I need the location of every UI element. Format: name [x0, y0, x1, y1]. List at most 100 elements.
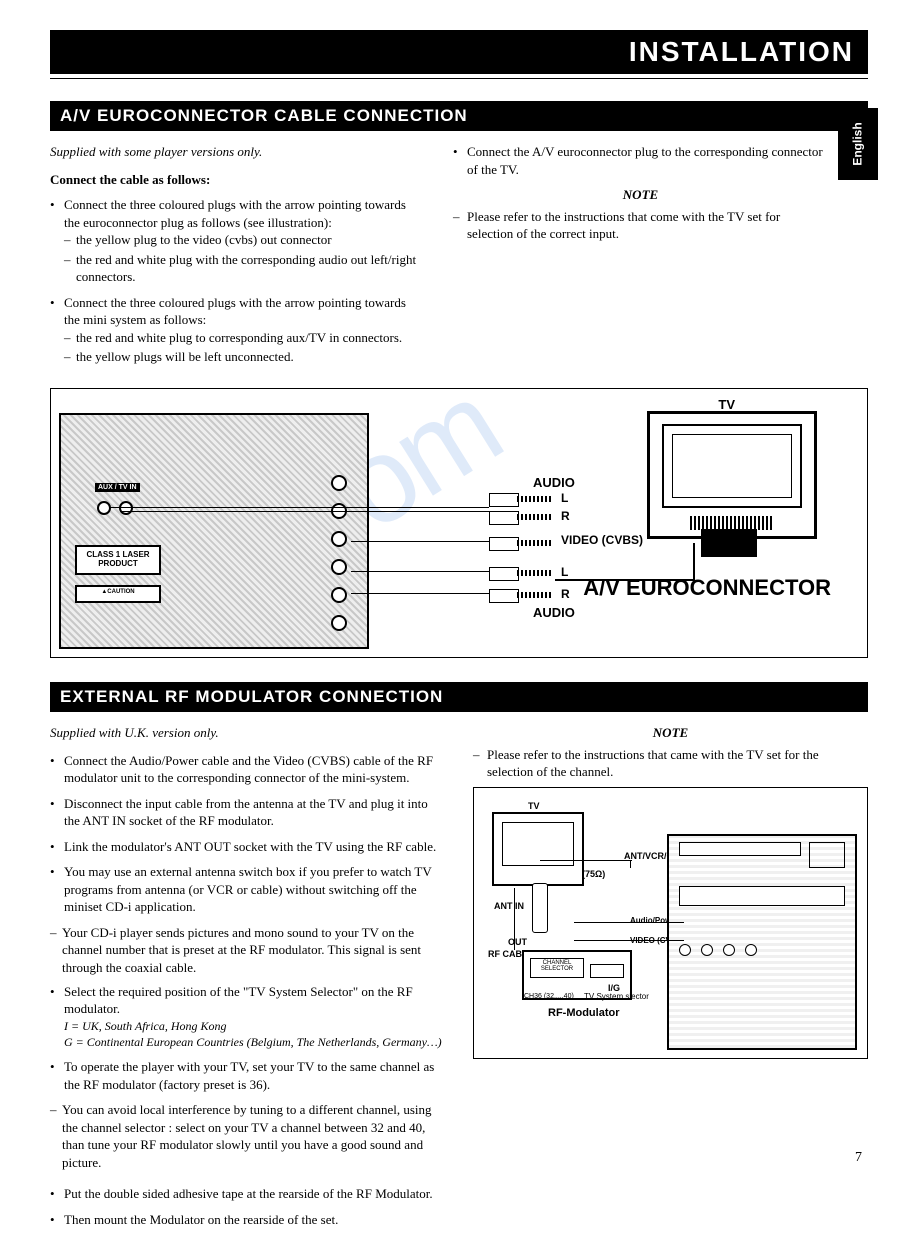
s2-note-text: Please refer to the instructions that ca… — [473, 746, 868, 781]
d1-jack-icon — [331, 587, 347, 603]
page-title-banner: INSTALLATION — [50, 30, 868, 74]
s2-supplied: Supplied with U.K. version only. — [50, 724, 445, 742]
d1-l2-label: L — [561, 565, 568, 579]
s2-b6-lead: Select the required position of the "TV … — [64, 984, 413, 1017]
d1-r2-label: R — [561, 587, 570, 601]
d2-coax-icon — [532, 883, 548, 933]
s1-connect-head: Connect the cable as follows: — [50, 171, 425, 189]
s1-b1-s1: the yellow plug to the video (cvbs) out … — [64, 231, 425, 249]
d1-aux-label: AUX / TV IN — [95, 483, 140, 492]
s2-b4: You may use an external antenna switch b… — [50, 863, 445, 916]
d1-jack-icon — [331, 615, 347, 631]
d1-cable-line-icon — [351, 541, 491, 542]
s2-note-head: NOTE — [473, 724, 868, 742]
d1-plug-icon — [489, 589, 553, 601]
s1-b1-s2: the red and white plug with the correspo… — [64, 251, 425, 286]
d1-cable-line-icon — [109, 507, 489, 508]
d2-chrange-label: CH36 (32.....40) — [524, 992, 574, 1001]
s1-b2-lead: Connect the three coloured plugs with th… — [64, 295, 406, 328]
section2-heading: EXTERNAL RF MODULATOR CONNECTION — [50, 682, 868, 712]
d1-plug-icon — [489, 537, 553, 549]
d1-plug-icon — [489, 567, 553, 579]
d2-rfmod-label: RF-Modulator — [548, 1006, 619, 1021]
s1-rb1: Connect the A/V euroconnector plug to th… — [453, 143, 828, 178]
d1-r-label: R — [561, 509, 570, 523]
d1-jack-icon — [331, 559, 347, 575]
section1-heading: A/V EUROCONNECTOR CABLE CONNECTION — [50, 101, 868, 131]
d1-euroconnector-title: A/V EUROCONNECTOR — [583, 575, 831, 601]
s2-bullets: Connect the Audio/Power cable and the Vi… — [50, 752, 445, 916]
d1-rca-icon — [119, 501, 133, 515]
d2-ohm-label: (75Ω) — [582, 868, 605, 880]
diagram-rf-modulator: TV ANT/VCR/CABLE (75Ω) ANT IN OUT RF CAB… — [473, 787, 868, 1059]
d1-cable-line-icon — [351, 593, 491, 594]
s1-b2: Connect the three coloured plugs with th… — [50, 294, 425, 366]
s1-bullets: Connect the three coloured plugs with th… — [50, 196, 425, 366]
d2-cable-line-icon — [574, 940, 684, 941]
d1-euroconnector-icon — [701, 529, 757, 557]
d2-player-icon — [667, 834, 857, 1050]
d1-rca-icon — [97, 501, 111, 515]
d2-tvsys-switch-icon — [590, 964, 624, 978]
s2-b8: You can avoid local interference by tuni… — [50, 1101, 445, 1171]
language-tab: English — [838, 108, 878, 180]
d2-chsel-label: CHANNEL SELECTOR — [530, 958, 584, 978]
d2-cable-line-icon — [574, 922, 684, 923]
d2-antin-label: ANT IN — [494, 900, 524, 912]
s1-b1-lead: Connect the three coloured plugs with th… — [64, 197, 406, 230]
d2-cable-line-icon — [630, 860, 631, 868]
d1-plug-icon — [489, 511, 553, 523]
s1-b2-s2: the yellow plugs will be left unconnecte… — [64, 348, 425, 366]
s1-note-head: NOTE — [453, 186, 828, 204]
s2-b3: Link the modulator's ANT OUT socket with… — [50, 838, 445, 856]
language-tab-label: English — [851, 122, 865, 165]
s1-supplied: Supplied with some player versions only. — [50, 143, 425, 161]
s2-b6: Select the required position of the "TV … — [50, 983, 445, 1050]
diagram-av-euroconnector: AUX / TV IN CLASS 1 LASER PRODUCT ▲CAUTI… — [50, 388, 868, 658]
s1-b1: Connect the three coloured plugs with th… — [50, 196, 425, 286]
section1-right: Connect the A/V euroconnector plug to th… — [453, 143, 868, 374]
s2-bullets3: Put the double sided adhesive tape at th… — [50, 1185, 445, 1228]
d2-tvsys-label: TV System slector — [584, 992, 649, 1003]
s2-b5: Your CD-i player sends pictures and mono… — [50, 924, 445, 977]
d2-out-label: OUT — [508, 936, 527, 948]
s2-d2: You can avoid local interference by tuni… — [50, 1101, 445, 1171]
s2-b6-i1: I = UK, South Africa, Hong Kong — [64, 1018, 445, 1034]
s1-note-text: Please refer to the instructions that co… — [453, 208, 828, 243]
d1-caution-label: ▲CAUTION — [75, 585, 161, 603]
s1-right-bullets: Connect the A/V euroconnector plug to th… — [453, 143, 828, 178]
s2-d1: Your CD-i player sends pictures and mono… — [50, 924, 445, 977]
section2-body: Supplied with U.K. version only. Connect… — [50, 724, 868, 1236]
d1-cable-line-icon — [351, 571, 491, 572]
d1-audio-label: AUDIO — [533, 475, 575, 490]
s1-b2-s1: the red and white plug to corresponding … — [64, 329, 425, 347]
s2-b2: Disconnect the input cable from the ante… — [50, 795, 445, 830]
d1-audio2-label: AUDIO — [533, 605, 575, 620]
section1-body: Supplied with some player versions only.… — [50, 143, 868, 374]
d1-jack-icon — [331, 475, 347, 491]
d1-video-label: VIDEO (CVBS) — [561, 533, 643, 547]
page-number: 7 — [855, 1150, 862, 1166]
s2-b7: To operate the player with your TV, set … — [50, 1058, 445, 1093]
d1-l-label: L — [561, 491, 568, 505]
section1-left: Supplied with some player versions only.… — [50, 143, 425, 374]
d2-cable-line-icon — [514, 888, 515, 950]
section2-right: NOTE Please refer to the instructions th… — [473, 724, 868, 1059]
s2-bullets2: Select the required position of the "TV … — [50, 983, 445, 1094]
s2-b6-i2: G = Continental European Countries (Belg… — [64, 1034, 445, 1050]
s2-b10: Then mount the Modulator on the rearside… — [50, 1211, 445, 1229]
d1-plug-icon — [489, 493, 553, 505]
s2-b1: Connect the Audio/Power cable and the Vi… — [50, 752, 445, 787]
d2-tv-icon — [492, 812, 584, 886]
s1-b1-subs: the yellow plug to the video (cvbs) out … — [64, 231, 425, 286]
d2-cable-line-icon — [540, 860, 632, 861]
d2-tv-label: TV — [528, 800, 540, 812]
section2-left: Supplied with U.K. version only. Connect… — [50, 724, 445, 1236]
d1-cable-line-icon — [121, 511, 489, 512]
d1-tv-label: TV — [718, 397, 735, 412]
banner-rule — [50, 78, 868, 79]
s1-b2-subs: the red and white plug to corresponding … — [64, 329, 425, 366]
d1-laser-label: CLASS 1 LASER PRODUCT — [75, 545, 161, 575]
d1-jack-column — [331, 475, 347, 631]
d1-tv-icon — [647, 411, 817, 539]
